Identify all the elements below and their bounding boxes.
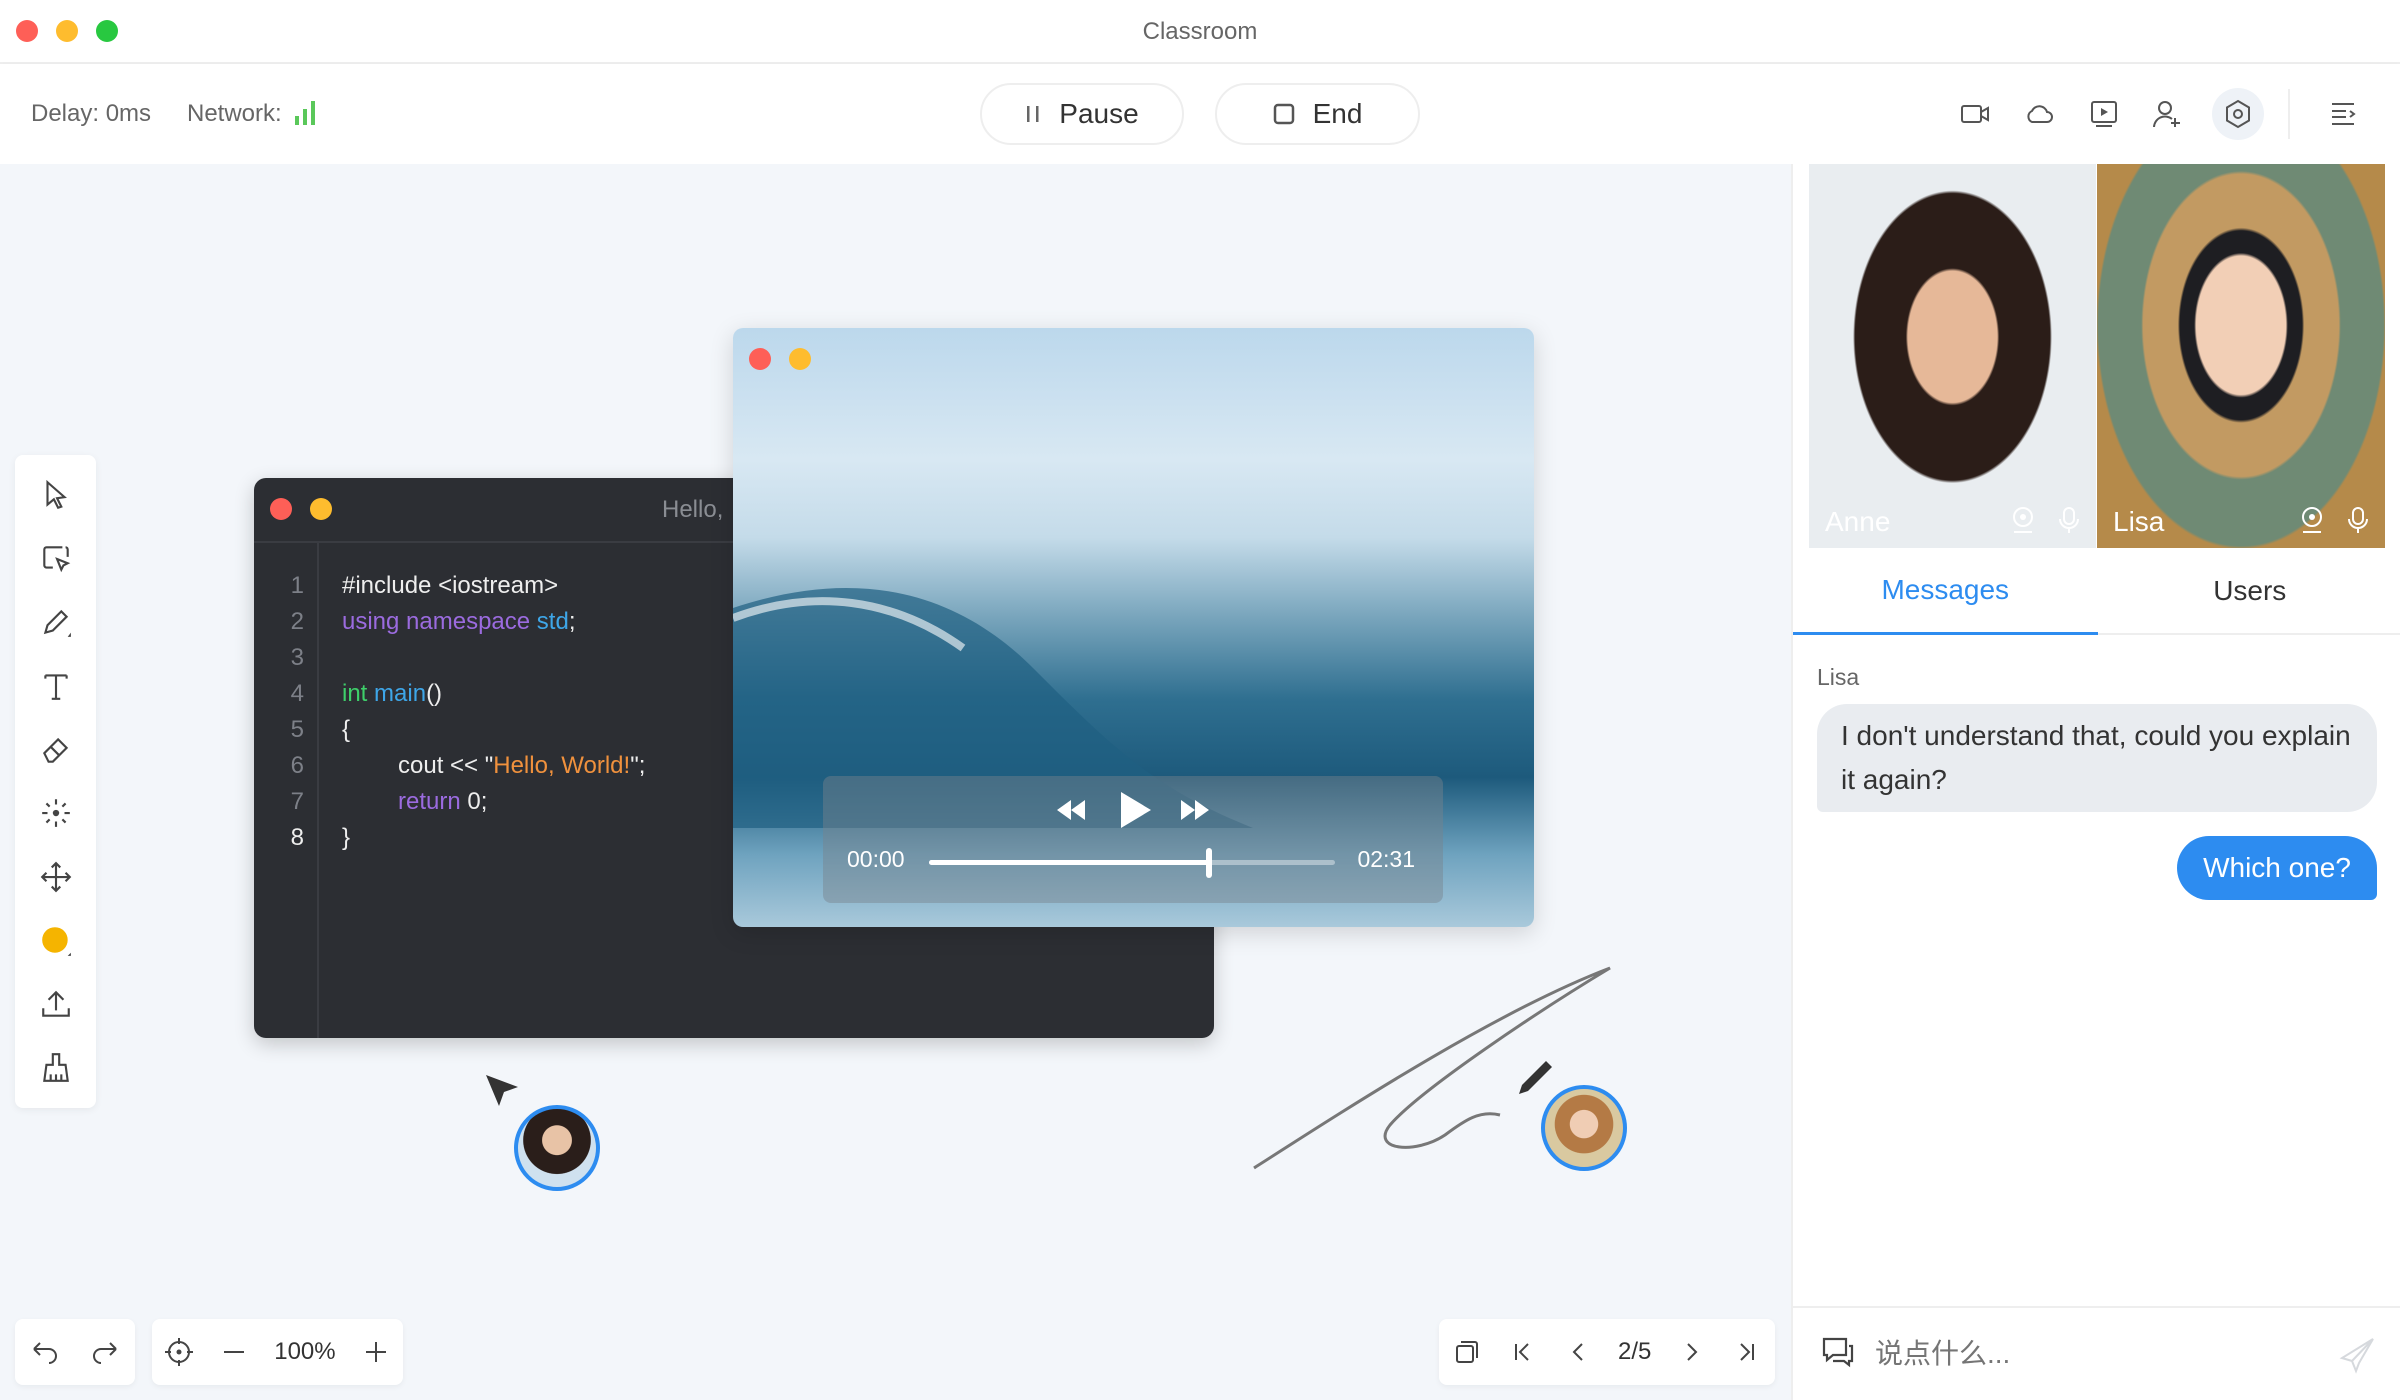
rewind-icon[interactable] (1055, 798, 1087, 822)
first-page-icon[interactable] (1507, 1337, 1537, 1367)
move-icon[interactable] (39, 860, 73, 894)
camera-status-icon[interactable] (2299, 506, 2325, 534)
panel-tabs: Messages Users (1793, 548, 2400, 635)
pause-icon (1027, 106, 1039, 122)
pause-label: Pause (1059, 98, 1139, 129)
page-navigation: 2/5 (1439, 1319, 1775, 1385)
upload-icon[interactable] (39, 987, 73, 1021)
stop-icon (1273, 103, 1294, 125)
chat-input[interactable] (1875, 1332, 2295, 1376)
color-picker-icon[interactable] (39, 924, 73, 958)
pages-icon[interactable] (1452, 1337, 1482, 1367)
pause-button[interactable]: Pause (980, 83, 1184, 145)
network-label: Network: (187, 100, 282, 127)
right-panel: Anne Lisa Messages Users Lisa I don't un… (1791, 164, 2400, 1400)
redo-icon[interactable] (90, 1337, 120, 1367)
send-icon[interactable] (2339, 1336, 2377, 1374)
page-indicator: 2/5 (1618, 1338, 1652, 1365)
code-line: cout << "Hello, World!"; (398, 752, 646, 779)
code-window-title: Hello, (662, 496, 724, 523)
locate-icon[interactable] (164, 1337, 194, 1367)
laser-pointer-icon[interactable] (39, 796, 73, 830)
fast-forward-icon[interactable] (1179, 798, 1211, 822)
camera-status-icon[interactable] (2010, 506, 2036, 534)
zoom-out-icon[interactable] (219, 1337, 249, 1367)
participant-name: Anne (1825, 506, 1891, 537)
code-line: } (342, 824, 351, 851)
microphone-icon[interactable] (2056, 506, 2082, 534)
zoom-in-icon[interactable] (361, 1337, 391, 1367)
avatar-lisa (1541, 1085, 1627, 1171)
history-controls (15, 1319, 135, 1385)
screen-share-icon[interactable] (2088, 98, 2120, 130)
video-progress-bar[interactable] (929, 848, 1335, 878)
tab-users[interactable]: Users (2098, 548, 2400, 633)
video-minimize-button[interactable] (789, 348, 811, 370)
undo-icon[interactable] (30, 1337, 60, 1367)
cloud-icon[interactable] (2023, 98, 2055, 130)
text-icon[interactable] (39, 669, 73, 703)
select-arrow-icon[interactable] (39, 478, 73, 512)
zoom-controls: 100% (152, 1319, 403, 1385)
settings-button[interactable] (2212, 88, 2264, 140)
code-line: using namespace std; (342, 608, 576, 635)
code-line: #include <iostream> (342, 572, 559, 599)
code-line: int main() (342, 680, 443, 707)
clear-brush-icon[interactable] (39, 1051, 73, 1085)
duration: 02:31 (1357, 846, 1415, 872)
area-select-icon[interactable] (39, 542, 73, 576)
remote-cursor-icon (486, 1075, 518, 1106)
progress-handle[interactable] (1206, 848, 1213, 878)
message-sender: Lisa (1817, 664, 1860, 690)
avatar-anne (514, 1105, 600, 1191)
video-close-button[interactable] (749, 348, 771, 370)
video-player-window[interactable]: 00:00 02:31 (733, 328, 1534, 927)
message-bubble-received: I don't understand that, could you expla… (1817, 704, 2377, 812)
end-button[interactable]: End (1215, 83, 1420, 145)
code-line: return 0; (398, 788, 488, 815)
code-line: { (342, 716, 351, 743)
camera-icon[interactable] (1959, 98, 1991, 130)
code-minimize-button[interactable] (310, 498, 332, 520)
zoom-level: 100% (274, 1338, 336, 1365)
drawing-toolbar (15, 455, 96, 1108)
current-time: 00:00 (847, 846, 905, 872)
settings-icon (2226, 99, 2250, 129)
video-tile-lisa: Lisa (2097, 164, 2385, 548)
microphone-icon[interactable] (2345, 506, 2371, 534)
video-controls: 00:00 02:31 (823, 776, 1443, 903)
eraser-icon[interactable] (39, 733, 73, 767)
code-close-button[interactable] (270, 498, 292, 520)
message-bubble-sent: Which one? (2177, 836, 2377, 900)
previous-page-icon[interactable] (1563, 1337, 1593, 1367)
menu-icon[interactable] (2328, 98, 2360, 130)
end-label: End (1312, 98, 1363, 129)
play-icon[interactable] (1118, 790, 1152, 830)
title-bar: Classroom (0, 0, 2400, 64)
participant-name: Lisa (2113, 506, 2165, 537)
chat-icon (1822, 1337, 1854, 1368)
toolbar: Delay: 0ms Network: Pause End (0, 64, 2400, 164)
network-signal-icon (295, 101, 315, 125)
tab-messages[interactable]: Messages (1793, 548, 2098, 635)
video-tile-anne: Anne (1809, 164, 2096, 548)
window-title: Classroom (1142, 18, 1258, 45)
delay-status: Delay: 0ms (31, 100, 152, 127)
add-user-icon[interactable] (2151, 98, 2183, 130)
divider (2288, 89, 2290, 139)
pencil-icon[interactable] (39, 605, 73, 639)
next-page-icon[interactable] (1677, 1337, 1707, 1367)
last-page-icon[interactable] (1732, 1337, 1762, 1367)
